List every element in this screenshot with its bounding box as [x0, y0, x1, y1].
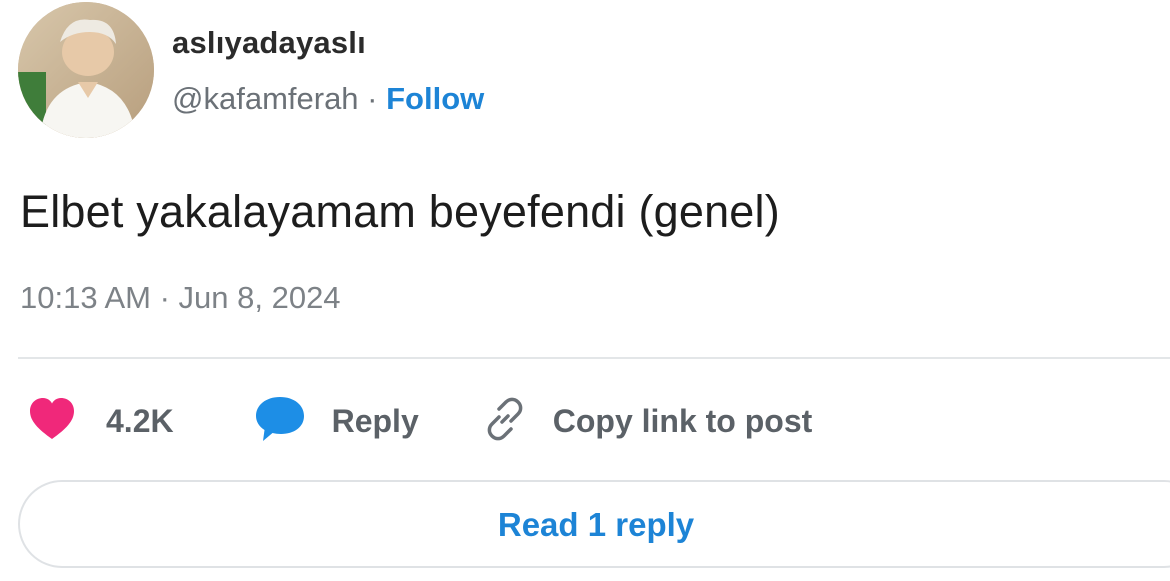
tweet-header: aslıyadayaslı @kafamferah · Follow — [18, 2, 484, 138]
divider — [18, 357, 1170, 359]
heart-icon — [28, 397, 76, 446]
display-name[interactable]: aslıyadayaslı — [172, 24, 484, 62]
handle-row: @kafamferah · Follow — [172, 80, 484, 118]
action-bar: 4.2K Reply Copy link to post — [28, 393, 812, 449]
like-button[interactable]: 4.2K — [28, 397, 174, 446]
copy-link-label: Copy link to post — [552, 403, 813, 439]
tweet-card: aslıyadayaslı @kafamferah · Follow Elbet… — [0, 0, 1170, 581]
like-count: 4.2K — [106, 403, 174, 439]
avatar[interactable] — [18, 2, 154, 138]
read-replies-label: Read 1 reply — [497, 506, 695, 543]
user-handle[interactable]: @kafamferah — [172, 81, 359, 116]
tweet-timestamp[interactable]: 10:13 AM · Jun 8, 2024 — [20, 278, 341, 318]
tweet-text: Elbet yakalayamam beyefendi (genel) — [20, 186, 780, 237]
speech-bubble-icon — [254, 395, 306, 448]
read-replies-button[interactable]: Read 1 reply — [18, 480, 1170, 568]
reply-label: Reply — [331, 403, 419, 439]
user-info: aslıyadayaslı @kafamferah · Follow — [172, 24, 484, 118]
copy-link-button[interactable]: Copy link to post — [481, 395, 813, 448]
follow-button[interactable]: Follow — [386, 81, 484, 116]
link-icon — [481, 395, 529, 448]
handle-separator: · — [358, 81, 387, 116]
reply-button[interactable]: Reply — [254, 395, 419, 448]
